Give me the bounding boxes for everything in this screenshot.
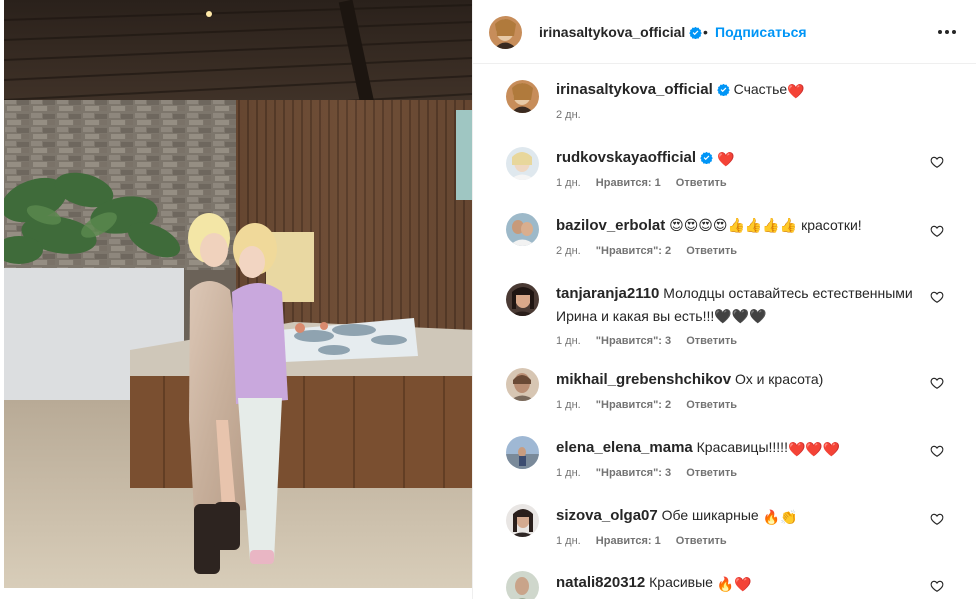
comment-body: Красавицы!!!!! — [696, 439, 788, 455]
avatar[interactable] — [506, 368, 539, 401]
comment-meta: 2 дн. "Нравится": 2 Ответить — [556, 245, 749, 257]
avatar[interactable] — [506, 436, 539, 469]
comment-text: irinasaltykova_official Счастье❤️ — [556, 78, 916, 102]
comment-body: Ох и красота) — [734, 371, 824, 387]
heart-emoji: ❤️ — [787, 83, 805, 99]
comment-likes[interactable]: Нравится: 1 — [596, 177, 661, 189]
comment-time[interactable]: 2 дн. — [556, 245, 581, 257]
post-dialog: irinasaltykova_official • Подписаться ir… — [0, 0, 976, 599]
comment-body: Обе шикарные — [661, 507, 759, 523]
comment-username[interactable]: irinasaltykova_official — [556, 81, 713, 98]
post-photo[interactable] — [4, 0, 472, 588]
avatar[interactable] — [506, 213, 539, 246]
comment-likes[interactable]: "Нравится": 2 — [596, 245, 671, 257]
comment-text: natali820312 Красивые 🔥❤️ — [556, 571, 916, 595]
comment-meta: 1 дн. Нравится: 1 Ответить — [556, 535, 739, 547]
avatar[interactable] — [506, 504, 539, 537]
comment-time[interactable]: 1 дн. — [556, 535, 581, 547]
comment-text: sizova_olga07 Обе шикарные 🔥👏 — [556, 504, 916, 528]
follow-button[interactable]: Подписаться — [715, 24, 807, 40]
comment-username[interactable]: bazilov_erbolat — [556, 217, 665, 234]
comment-likes[interactable]: "Нравится": 3 — [596, 467, 671, 479]
heart-outline-icon[interactable] — [930, 155, 944, 169]
fire-heart-emoji: 🔥❤️ — [716, 576, 752, 592]
comment-meta: 1 дн. "Нравится": 3 Ответить — [556, 467, 749, 479]
comment-body: Счастье — [733, 81, 788, 97]
reply-button[interactable]: Ответить — [676, 535, 727, 547]
comment-username[interactable]: elena_elena_mama — [556, 439, 693, 456]
header-username[interactable]: irinasaltykova_official — [539, 24, 703, 40]
comment-text: elena_elena_mama Красавицы!!!!!❤️❤️❤️ — [556, 436, 916, 460]
heart-outline-icon[interactable] — [930, 444, 944, 458]
fire-clap-emoji: 🔥👏 — [762, 509, 798, 525]
comment-body: Красивые — [649, 574, 713, 590]
header-username-text[interactable]: irinasaltykova_official — [539, 24, 685, 40]
side-panel: irinasaltykova_official • Подписаться ir… — [472, 0, 976, 599]
comment-body: 😍😍😍😍👍👍👍👍 красотки! — [669, 217, 862, 233]
more-options-icon[interactable] — [935, 20, 959, 44]
comment-time[interactable]: 2 дн. — [556, 109, 581, 121]
photo-image — [4, 0, 472, 588]
header-separator: • — [703, 24, 708, 40]
heart-emoji: ❤️❤️❤️ — [787, 441, 841, 457]
heart-outline-icon[interactable] — [930, 376, 944, 390]
reply-button[interactable]: Ответить — [686, 467, 737, 479]
heart-outline-icon[interactable] — [930, 579, 944, 593]
comment-username[interactable]: tanjaranja2110 — [556, 285, 659, 302]
avatar[interactable] — [506, 571, 539, 599]
avatar[interactable] — [506, 80, 539, 113]
comment-text: mikhail_grebenshchikov Ох и красота) — [556, 368, 916, 391]
comment-time[interactable]: 1 дн. — [556, 177, 581, 189]
comment-text: rudkovskayaofficial ❤️ — [556, 146, 916, 170]
comment-meta: 1 дн. Нравится: 1 Ответить — [556, 177, 739, 189]
heart-outline-icon[interactable] — [930, 290, 944, 304]
comment-meta: 2 дн. — [556, 109, 593, 121]
comment-time[interactable]: 1 дн. — [556, 467, 581, 479]
comment-text: tanjaranja2110 Молодцы оставайтесь естес… — [556, 282, 916, 327]
comment-time[interactable]: 1 дн. — [556, 335, 581, 347]
comment-time[interactable]: 1 дн. — [556, 399, 581, 411]
avatar[interactable] — [506, 147, 539, 180]
reply-button[interactable]: Ответить — [686, 245, 737, 257]
comment-text: bazilov_erbolat 😍😍😍😍👍👍👍👍 красотки! — [556, 214, 916, 237]
verified-badge-icon — [689, 26, 703, 39]
heart-outline-icon[interactable] — [930, 224, 944, 238]
avatar[interactable] — [506, 283, 539, 316]
heart-outline-icon[interactable] — [930, 512, 944, 526]
comment-username[interactable]: mikhail_grebenshchikov — [556, 371, 731, 388]
reply-button[interactable]: Ответить — [686, 335, 737, 347]
verified-badge-icon — [716, 83, 730, 96]
verified-badge-icon — [700, 151, 713, 164]
reply-button[interactable]: Ответить — [676, 177, 727, 189]
post-header: irinasaltykova_official • Подписаться — [473, 0, 976, 64]
heart-emoji: ❤️ — [716, 151, 735, 167]
comment-username[interactable]: sizova_olga07 — [556, 507, 658, 524]
comment-likes[interactable]: "Нравится": 3 — [596, 335, 671, 347]
header-avatar[interactable] — [489, 16, 522, 49]
comment-meta: 1 дн. "Нравится": 2 Ответить — [556, 399, 749, 411]
reply-button[interactable]: Ответить — [686, 399, 737, 411]
comment-username[interactable]: rudkovskayaofficial — [556, 149, 696, 166]
comment-likes[interactable]: Нравится: 1 — [596, 535, 661, 547]
comment-username[interactable]: natali820312 — [556, 574, 645, 591]
comment-meta: 1 дн. "Нравится": 3 Ответить — [556, 335, 749, 347]
comment-likes[interactable]: "Нравится": 2 — [596, 399, 671, 411]
comments-list[interactable]: irinasaltykova_official Счастье❤️ 2 дн. … — [473, 65, 976, 599]
